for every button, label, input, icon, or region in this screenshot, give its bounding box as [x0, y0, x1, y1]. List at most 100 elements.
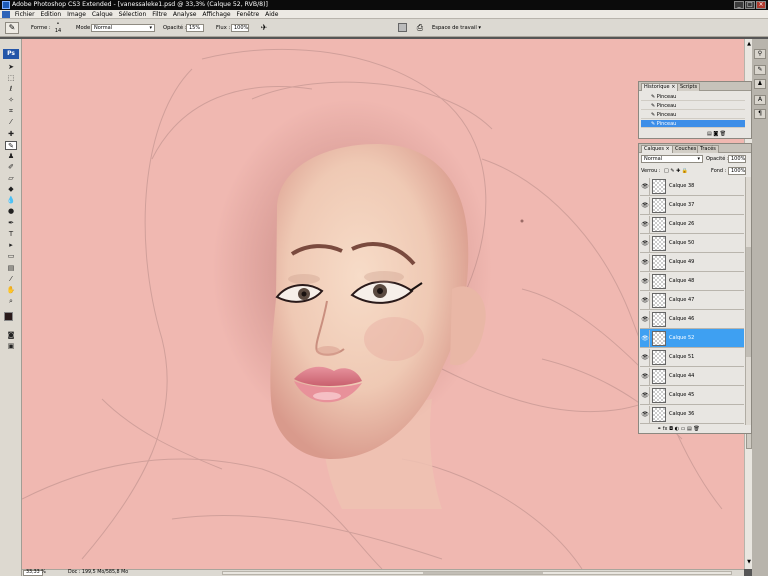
layer-row-selected[interactable]: 👁 Calque 52 [640, 329, 744, 348]
paint-bucket-tool-icon[interactable]: ◆ [5, 185, 17, 194]
tab-couches[interactable]: Couches [672, 145, 700, 153]
layer-row[interactable]: 👁 Calque 45 [640, 386, 744, 405]
document-canvas[interactable] [22, 39, 744, 569]
menu-calque[interactable]: Calque [92, 11, 113, 18]
menu-selection[interactable]: Sélection [119, 11, 147, 18]
layer-row[interactable]: 👁 Calque 38 [640, 177, 744, 196]
layer-mask-icon[interactable]: ◘ [669, 426, 673, 432]
mode-select[interactable]: Normal ▾ [91, 24, 155, 32]
eye-icon[interactable]: 👁 [641, 330, 650, 347]
eye-icon[interactable]: 👁 [641, 178, 650, 195]
ps-menu-icon[interactable] [2, 11, 10, 18]
menu-image[interactable]: Image [67, 11, 86, 18]
blend-mode-select[interactable]: Normal ▾ [641, 155, 703, 163]
new-layer-icon[interactable]: ▤ [687, 426, 692, 432]
layers-scroll-thumb[interactable] [746, 247, 751, 357]
layer-row[interactable]: 👁 Calque 49 [640, 253, 744, 272]
dodge-tool-icon[interactable]: ● [5, 207, 17, 216]
layer-row[interactable]: 👁 Calque 37 [640, 196, 744, 215]
path-selection-tool-icon[interactable]: ▸ [5, 241, 17, 250]
trash-icon[interactable]: 🗑 [720, 131, 726, 137]
new-group-icon[interactable]: ▭ [681, 426, 686, 432]
tab-historique[interactable]: Historique × [641, 83, 679, 91]
healing-brush-tool-icon[interactable]: ✚ [5, 130, 17, 139]
marquee-tool-icon[interactable]: ⬚ [5, 74, 17, 83]
eye-icon[interactable]: 👁 [641, 216, 650, 233]
menu-aide[interactable]: Aide [265, 11, 278, 18]
menu-analyse[interactable]: Analyse [173, 11, 197, 18]
layer-row[interactable]: 👁 Calque 47 [640, 291, 744, 310]
palette-well-icon[interactable] [398, 23, 407, 32]
eye-icon[interactable]: 👁 [641, 235, 650, 252]
lasso-tool-icon[interactable]: ℓ [5, 85, 17, 94]
tab-calques[interactable]: Calques × [641, 145, 673, 153]
clone-stamp-tool-icon[interactable]: ♟ [5, 152, 17, 161]
history-item[interactable]: ✎ Pinceau [641, 102, 745, 110]
eye-icon[interactable]: 👁 [641, 292, 650, 309]
eye-icon[interactable]: 👁 [641, 349, 650, 366]
paragraph-icon[interactable]: ¶ [754, 109, 766, 119]
brush-tool-preset-icon[interactable]: ✎ [5, 22, 19, 34]
clone-source-icon[interactable]: ♟ [754, 79, 766, 89]
history-item[interactable]: ✎ Pinceau [641, 111, 745, 119]
foreground-color-swatch[interactable] [4, 312, 13, 321]
menu-edition[interactable]: Edition [40, 11, 61, 18]
brush-tool-icon[interactable]: ✎ [5, 141, 17, 150]
layer-row[interactable]: 👁 Calque 26 [640, 215, 744, 234]
link-layers-icon[interactable]: ⚭ [657, 426, 661, 432]
opacite-field[interactable]: 15% [186, 24, 204, 32]
snapshot-icon[interactable]: ◙ [713, 131, 718, 137]
history-item[interactable]: ✎ Pinceau [641, 93, 745, 101]
magic-wand-tool-icon[interactable]: ✧ [5, 96, 17, 105]
brushes-icon[interactable]: ✎ [754, 65, 766, 75]
menu-filtre[interactable]: Filtre [152, 11, 167, 18]
airbrush-icon[interactable]: ✈ [258, 23, 270, 33]
zoom-tool-icon[interactable]: ⌕ [5, 297, 17, 306]
layer-style-icon[interactable]: fx [663, 426, 668, 432]
move-tool-icon[interactable]: ➤ [5, 63, 17, 72]
layer-opacity-field[interactable]: 100% [728, 155, 746, 163]
layer-row[interactable]: 👁 Calque 46 [640, 310, 744, 329]
layer-row[interactable]: 👁 Calque 36 [640, 405, 744, 424]
eyedropper-2-tool-icon[interactable]: ⁄ [5, 275, 17, 284]
tab-traces[interactable]: Tracés [697, 145, 719, 153]
horizontal-scroll-thumb[interactable] [423, 572, 543, 574]
menu-fenetre[interactable]: Fenêtre [237, 11, 260, 18]
eye-icon[interactable]: 👁 [641, 368, 650, 385]
new-document-icon[interactable]: ▤ [707, 131, 712, 137]
brush-picker[interactable]: • 14 [53, 21, 63, 35]
notes-tool-icon[interactable]: ▤ [5, 264, 17, 273]
tab-scripts[interactable]: Scripts [677, 83, 701, 91]
hand-tool-icon[interactable]: ✋ [5, 286, 17, 295]
menu-affichage[interactable]: Affichage [202, 11, 230, 18]
trash-icon[interactable]: 🗑 [693, 426, 699, 432]
eye-icon[interactable]: 👁 [641, 197, 650, 214]
pen-tool-icon[interactable]: ✒ [5, 219, 17, 228]
menu-fichier[interactable]: Fichier [15, 11, 35, 18]
eye-icon[interactable]: 👁 [641, 254, 650, 271]
layer-row[interactable]: 👁 Calque 44 [640, 367, 744, 386]
adjustment-layer-icon[interactable]: ◐ [675, 426, 679, 432]
printer-icon[interactable]: ⎙ [414, 22, 426, 33]
eraser-tool-icon[interactable]: ▱ [5, 174, 17, 183]
eye-icon[interactable]: 👁 [641, 406, 650, 423]
layers-scrollbar[interactable] [745, 177, 751, 425]
blur-tool-icon[interactable]: 💧 [5, 196, 17, 205]
history-brush-tool-icon[interactable]: ✐ [5, 163, 17, 172]
layer-row[interactable]: 👁 Calque 50 [640, 234, 744, 253]
layer-row[interactable]: 👁 Calque 51 [640, 348, 744, 367]
character-icon[interactable]: A [754, 95, 766, 105]
eyedropper-tool-icon[interactable]: ⁄ [5, 118, 17, 127]
history-item-selected[interactable]: ✎ Pinceau [641, 120, 745, 128]
workspace-button[interactable]: Espace de travail ▾ [432, 19, 481, 37]
zoom-field[interactable]: 33,33 % [23, 570, 46, 576]
lock-icons[interactable]: □ ✎ ✚ 🔒 [664, 167, 688, 175]
eye-icon[interactable]: 👁 [641, 273, 650, 290]
quick-mask-icon[interactable]: ◙ [5, 331, 17, 340]
flux-field[interactable]: 100% [231, 24, 249, 32]
horizontal-scrollbar[interactable] [222, 571, 732, 575]
navigator-icon[interactable]: ⚲ [754, 49, 766, 59]
shape-tool-icon[interactable]: ▭ [5, 252, 17, 261]
type-tool-icon[interactable]: T [5, 230, 17, 239]
close-button[interactable]: × [756, 1, 766, 9]
